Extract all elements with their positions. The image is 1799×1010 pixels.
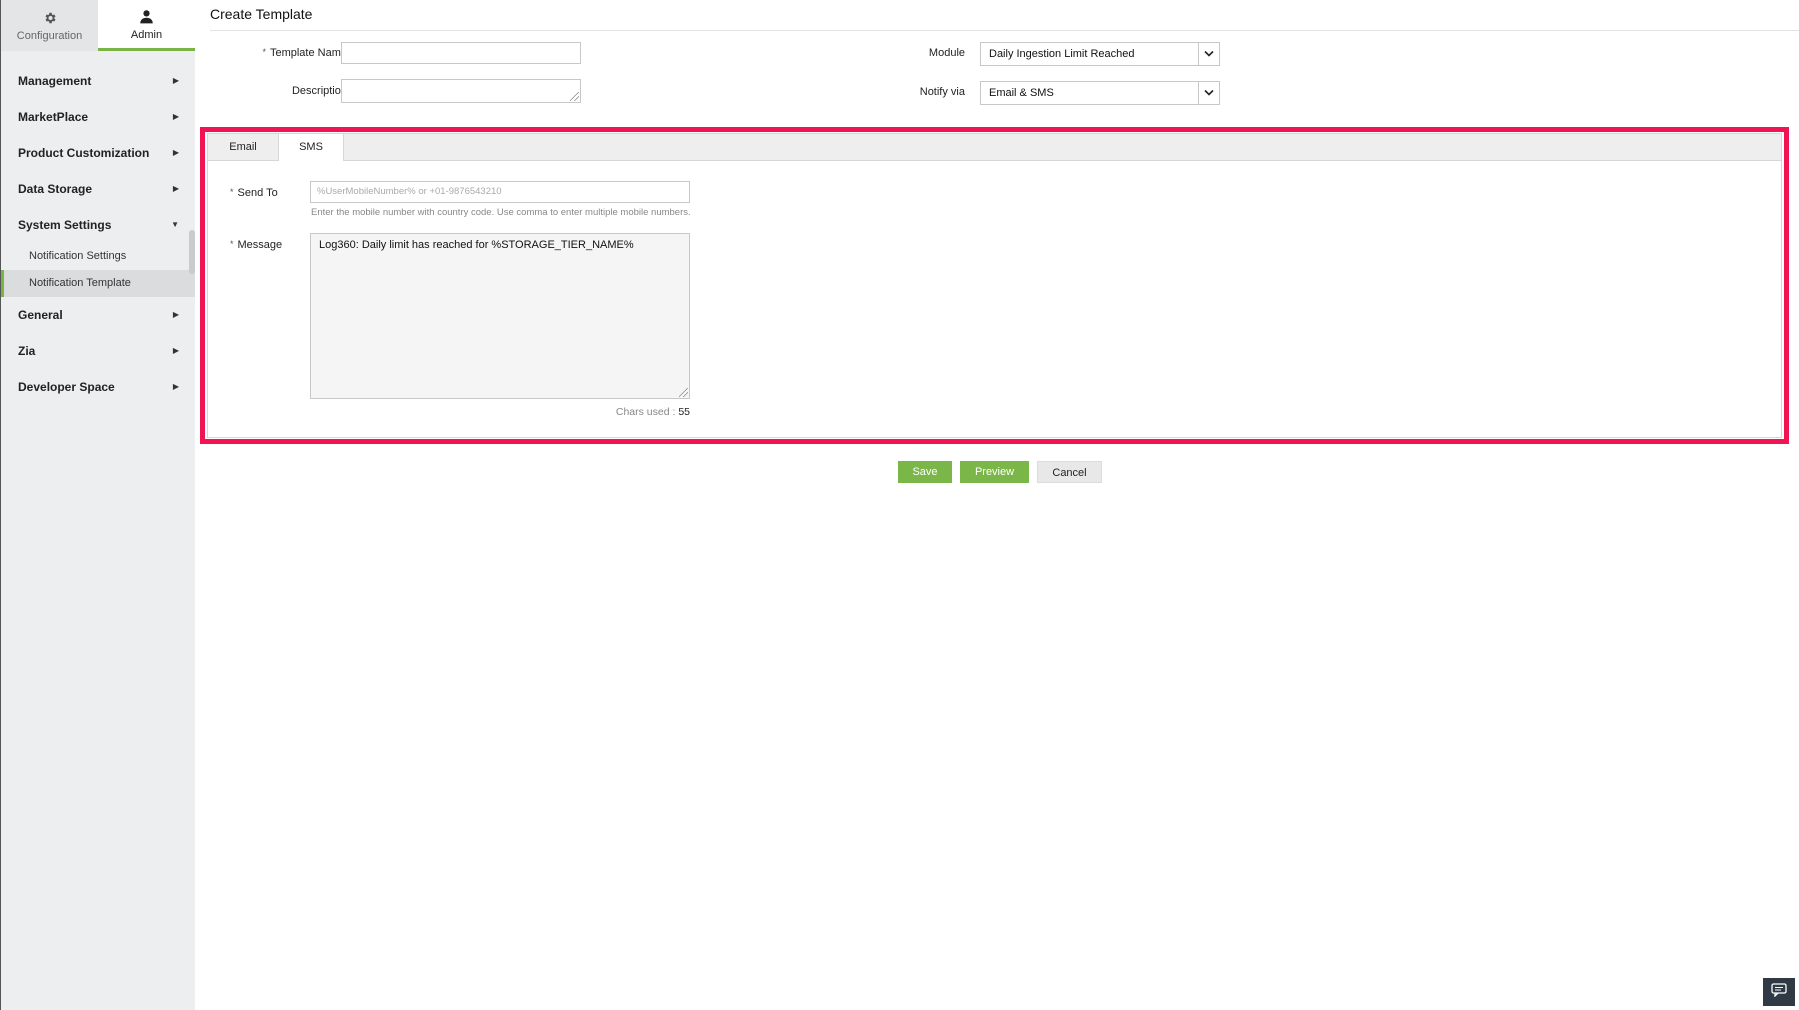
module-label: Module [928,47,965,59]
sidebar-item-zia[interactable]: Zia ▶ [1,333,195,369]
caret-right-icon: ▶ [172,346,179,355]
message-label: * Message [230,239,282,251]
cancel-button[interactable]: Cancel [1037,461,1102,483]
required-mark: * [230,239,234,249]
send-to-hint: Enter the mobile number with country cod… [311,207,691,218]
caret-right-icon: ▶ [172,148,179,157]
chevron-down-icon[interactable] [1198,43,1219,65]
tab-strip: Email SMS [208,134,1781,161]
sidebar-subitem-label: Notification Settings [29,250,127,262]
tab-email[interactable]: Email [208,134,278,160]
send-to-label-text: Send To [237,187,278,199]
resize-handle-icon[interactable] [679,388,688,397]
message-label-text: Message [237,239,283,251]
sidebar-item-label: MarketPlace [18,110,89,124]
description-label: Description [215,85,347,97]
user-icon [139,8,154,25]
notification-content-panel: Email SMS * Send To %UserMobileNumber% or… [207,133,1782,438]
sidebar-item-label: Developer Space [18,380,115,394]
sidebar-item-label: General [18,308,63,322]
sidebar-subitem-notification-template[interactable]: Notification Template [1,270,195,297]
module-select[interactable]: Daily Ingestion Limit Reached [980,42,1220,66]
caret-down-icon: ▼ [171,220,179,229]
page-title: Create Template [210,6,313,22]
sidebar-subitem-notification-settings[interactable]: Notification Settings [1,243,195,270]
tab-configuration-label: Configuration [16,30,83,42]
send-to-placeholder: %UserMobileNumber% or +01-9876543210 [317,186,502,197]
preview-button[interactable]: Preview [960,461,1029,483]
caret-right-icon: ▶ [172,184,179,193]
message-textarea[interactable]: Log360: Daily limit has reached for %STO… [310,233,690,399]
chat-icon [1771,982,1787,1002]
chevron-down-icon[interactable] [1198,82,1219,104]
sidebar-item-management[interactable]: Management ▶ [1,63,195,99]
message-text: Log360: Daily limit has reached for %STO… [319,239,634,251]
send-to-input[interactable]: %UserMobileNumber% or +01-9876543210 [310,181,690,203]
template-name-input[interactable] [341,42,581,64]
template-name-label-text: Template Name [269,47,347,59]
caret-right-icon: ▶ [172,112,179,121]
divider [210,30,1799,31]
tab-configuration[interactable]: Configuration [1,0,98,51]
chars-used-counter: Chars used : 55 [610,406,690,418]
notify-via-label: Notify via [919,86,965,98]
module-select-value: Daily Ingestion Limit Reached [989,48,1135,60]
sidebar-item-label: Zia [18,344,36,358]
sidebar-item-general[interactable]: General ▶ [1,297,195,333]
sidebar-nav: Management ▶ MarketPlace ▶ Product Custo… [1,51,195,405]
sidebar-item-label: Data Storage [18,182,93,196]
sidebar-item-label: System Settings [18,218,112,232]
sidebar: Configuration Admin Management ▶ MarketP… [0,0,195,1010]
sidebar-item-label: Management [18,74,92,88]
sidebar-item-product-customization[interactable]: Product Customization ▶ [1,135,195,171]
save-button[interactable]: Save [898,461,952,483]
sidebar-item-label: Product Customization [18,146,150,160]
tab-sms[interactable]: SMS [278,134,344,161]
sidebar-item-data-storage[interactable]: Data Storage ▶ [1,171,195,207]
resize-handle-icon[interactable] [570,92,579,101]
send-to-label: * Send To [230,187,278,199]
sidebar-item-developer-space[interactable]: Developer Space ▶ [1,369,195,405]
tab-admin-label: Admin [130,28,163,41]
chat-button[interactable] [1763,978,1795,1006]
caret-right-icon: ▶ [172,310,179,319]
notify-via-select[interactable]: Email & SMS [980,81,1220,105]
tab-admin[interactable]: Admin [98,0,195,51]
description-textarea[interactable] [341,79,581,103]
sidebar-top-tabs: Configuration Admin [1,0,195,51]
notify-via-select-value: Email & SMS [989,87,1054,99]
sidebar-item-marketplace[interactable]: MarketPlace ▶ [1,99,195,135]
template-name-label: * Template Name [215,47,347,59]
sidebar-subitem-label: Notification Template [29,277,131,289]
required-mark: * [230,187,234,197]
chars-used-label: Chars used : [615,406,676,418]
chars-used-value: 55 [678,406,690,418]
caret-right-icon: ▶ [172,76,179,85]
caret-right-icon: ▶ [172,382,179,391]
gear-icon [43,9,57,26]
description-label-text: Description [291,85,347,97]
sidebar-item-system-settings[interactable]: System Settings ▼ [1,207,195,243]
required-mark: * [262,47,266,57]
